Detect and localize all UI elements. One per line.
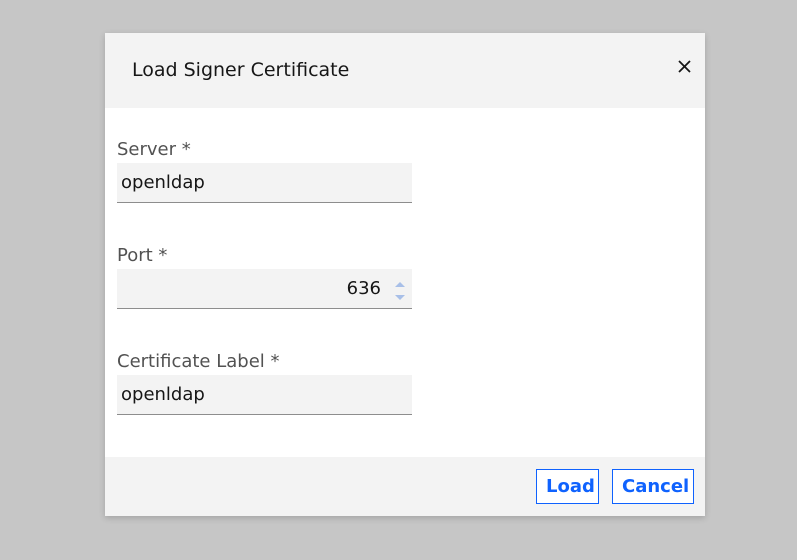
- server-label: Server *: [117, 139, 191, 160]
- load-signer-certificate-dialog: Load Signer Certificate Server * Port *: [105, 33, 705, 516]
- port-input[interactable]: [117, 269, 412, 309]
- dialog-footer: Load Cancel: [105, 457, 705, 516]
- port-decrement-button[interactable]: [392, 289, 408, 301]
- close-button[interactable]: [673, 55, 697, 79]
- port-label: Port *: [117, 245, 168, 266]
- server-input[interactable]: [117, 163, 412, 203]
- port-increment-button[interactable]: [392, 275, 408, 287]
- port-stepper: [392, 273, 408, 305]
- close-icon: [678, 60, 691, 73]
- chevron-down-icon: [395, 295, 405, 300]
- load-button[interactable]: Load: [536, 469, 599, 504]
- cancel-button[interactable]: Cancel: [612, 469, 694, 504]
- dialog-title: Load Signer Certificate: [132, 59, 350, 81]
- certificate-label-input[interactable]: [117, 375, 412, 415]
- dialog-header: Load Signer Certificate: [105, 33, 705, 108]
- certificate-label-label: Certificate Label *: [117, 351, 280, 372]
